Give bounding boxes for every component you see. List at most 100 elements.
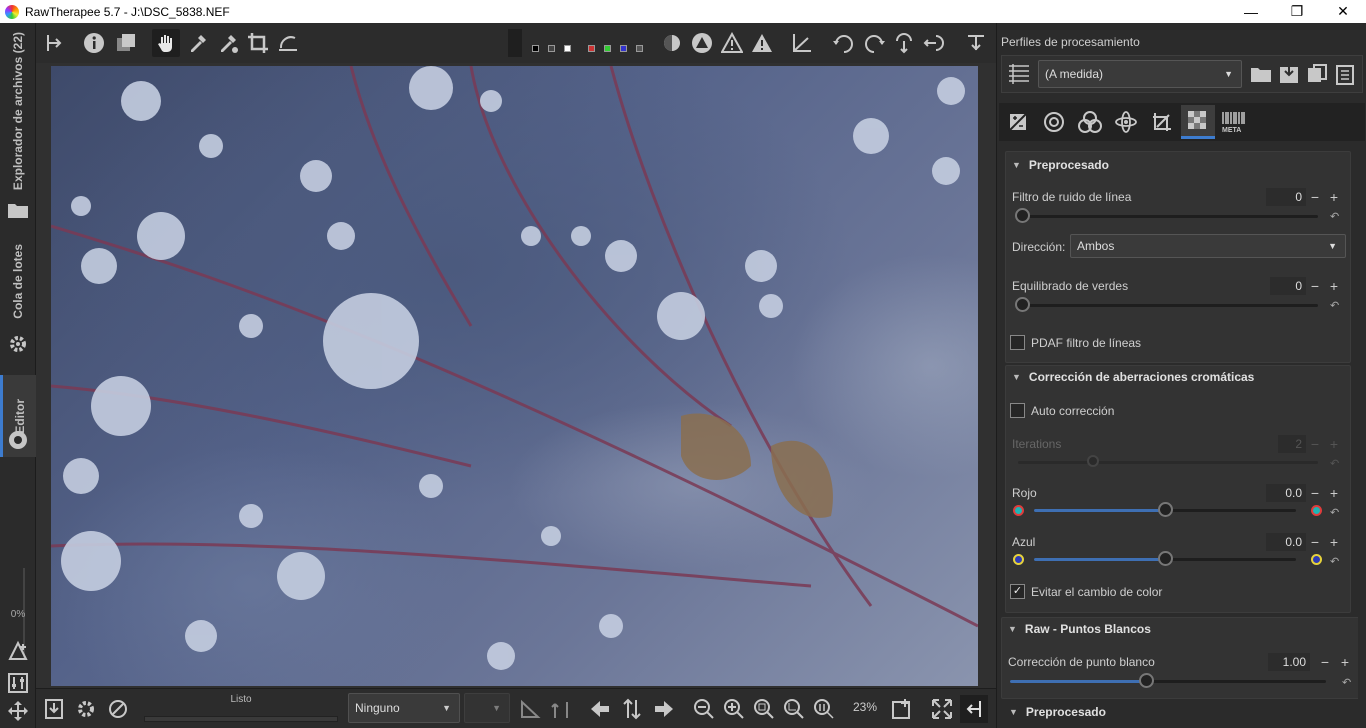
blue-reset-icon[interactable]: ↶ — [1330, 555, 1339, 568]
green-eq-plus[interactable]: + — [1327, 277, 1341, 295]
blue-knob[interactable] — [1158, 551, 1173, 566]
rotate-right-icon[interactable] — [860, 29, 888, 57]
blue-plus[interactable]: + — [1327, 533, 1341, 551]
ca-header[interactable]: ▼ Corrección de aberraciones cromáticas — [1012, 366, 1342, 388]
tab-advanced-icon[interactable] — [1109, 105, 1143, 139]
queue-add-icon[interactable] — [72, 695, 100, 723]
channel-blue-swatch[interactable] — [620, 45, 627, 52]
red-plus[interactable]: + — [1327, 484, 1341, 502]
green-eq-knob[interactable] — [1015, 297, 1030, 312]
line-noise-plus[interactable]: + — [1327, 188, 1341, 206]
info-icon[interactable] — [80, 29, 108, 57]
before-after-icon[interactable] — [112, 29, 140, 57]
crop-icon[interactable] — [244, 29, 272, 57]
previous-image-icon[interactable] — [586, 695, 614, 723]
rotate-left-icon[interactable] — [830, 29, 858, 57]
profile-list-icon[interactable] — [1006, 61, 1032, 87]
line-noise-reset-icon[interactable]: ↶ — [1330, 210, 1339, 223]
preset-combo[interactable]: Ninguno ▼ — [348, 693, 460, 723]
blue-minus[interactable]: − — [1308, 533, 1322, 551]
red-knob[interactable] — [1158, 502, 1173, 517]
pdaf-checkbox[interactable] — [1010, 335, 1025, 350]
minimize-button[interactable]: — — [1228, 0, 1274, 23]
line-noise-value[interactable]: 0 — [1266, 188, 1306, 206]
line-noise-knob[interactable] — [1015, 208, 1030, 223]
red-minus[interactable]: − — [1308, 484, 1322, 502]
hide-right-panel-icon[interactable] — [960, 695, 988, 723]
tab-queue[interactable]: Cola de lotes — [0, 241, 36, 321]
white-point-minus[interactable]: − — [1318, 653, 1332, 671]
load-profile-icon[interactable] — [1248, 61, 1274, 87]
tab-color-icon[interactable] — [1073, 105, 1107, 139]
avoid-color-shift-checkbox[interactable]: ✓ — [1010, 584, 1025, 599]
gears-icon[interactable] — [6, 332, 30, 356]
photo-preview[interactable] — [51, 66, 978, 686]
channel-green-swatch[interactable] — [604, 45, 611, 52]
tab-metadata-icon[interactable]: META — [1217, 105, 1251, 139]
close-button[interactable]: ✕ — [1320, 0, 1366, 23]
channel-red-swatch[interactable] — [588, 45, 595, 52]
blue-value[interactable]: 0.0 — [1266, 533, 1306, 551]
tab-detail-icon[interactable] — [1037, 105, 1071, 139]
save-profile-icon[interactable] — [1276, 61, 1302, 87]
next-image-icon[interactable] — [650, 695, 678, 723]
direction-dropdown[interactable]: Ambos ▼ — [1070, 234, 1346, 258]
hand-tool-icon[interactable] — [152, 29, 180, 57]
green-eq-slider[interactable] — [1018, 304, 1318, 307]
line-noise-minus[interactable]: − — [1308, 188, 1322, 206]
new-detail-window-icon[interactable] — [888, 695, 916, 723]
zoom-out-icon[interactable] — [690, 695, 718, 723]
line-noise-slider[interactable] — [1018, 215, 1318, 218]
white-point-value[interactable]: 1.00 — [1268, 653, 1310, 671]
tab-exposure-icon[interactable] — [1001, 105, 1035, 139]
green-eq-minus[interactable]: − — [1308, 277, 1322, 295]
restore-button[interactable]: ❐ — [1274, 0, 1320, 23]
new-editor-icon[interactable] — [6, 639, 30, 663]
auto-correction-checkbox[interactable] — [1010, 403, 1025, 418]
bg-white-swatch[interactable] — [564, 45, 571, 52]
white-point-knob[interactable] — [1138, 673, 1154, 688]
tab-transform-icon[interactable] — [1145, 105, 1179, 139]
warning-highlight-icon[interactable] — [718, 29, 746, 57]
bg-black-swatch[interactable] — [532, 45, 539, 52]
zoom-fit-crop-icon[interactable] — [780, 695, 808, 723]
fullscreen-icon[interactable] — [928, 695, 956, 723]
sync-icon[interactable] — [548, 695, 576, 723]
green-eq-value[interactable]: 0 — [1270, 277, 1306, 295]
flip-vertical-icon[interactable] — [890, 29, 918, 57]
copy-profile-icon[interactable] — [1304, 61, 1330, 87]
folder-icon[interactable] — [6, 198, 30, 222]
red-reset-icon[interactable]: ↶ — [1330, 506, 1339, 519]
white-point-slider[interactable] — [1010, 680, 1326, 683]
bg-gray-swatch[interactable] — [548, 45, 555, 52]
white-point-plus[interactable]: + — [1338, 653, 1352, 671]
white-balance-picker-icon[interactable] — [184, 29, 212, 57]
focus-mask-icon[interactable] — [658, 29, 686, 57]
zoom-in-icon[interactable] — [720, 695, 748, 723]
external-editor-icon[interactable] — [104, 695, 132, 723]
edit-history-icon[interactable] — [516, 695, 544, 723]
sliders-icon[interactable] — [6, 671, 30, 695]
save-icon[interactable] — [40, 695, 68, 723]
white-point-reset-icon[interactable]: ↶ — [1342, 676, 1351, 689]
tool-panel-scrollbar[interactable] — [1358, 143, 1362, 723]
sync-up-down-icon[interactable] — [618, 695, 646, 723]
background-color-toggle[interactable] — [508, 29, 522, 57]
hide-top-panel-icon[interactable] — [962, 29, 990, 57]
preprocess-header[interactable]: ▼ Preprocesado — [1012, 154, 1342, 176]
profile-combo[interactable]: (A medida) ▼ — [1038, 60, 1242, 88]
red-value[interactable]: 0.0 — [1266, 484, 1306, 502]
zoom-fit-icon[interactable] — [750, 695, 778, 723]
aperture-icon[interactable] — [6, 428, 30, 452]
hide-left-panel-icon[interactable] — [40, 29, 68, 57]
channel-luminance-swatch[interactable] — [636, 45, 643, 52]
preprocess2-header[interactable]: ▼ Preprocesado — [1009, 701, 1339, 723]
color-picker-icon[interactable] — [214, 29, 242, 57]
shadow-clip-icon[interactable] — [688, 29, 716, 57]
perspective-icon[interactable] — [788, 29, 816, 57]
straighten-icon[interactable] — [274, 29, 302, 57]
warning-shadow-icon[interactable] — [748, 29, 776, 57]
zoom-100-icon[interactable] — [810, 695, 838, 723]
tab-raw-icon[interactable] — [1181, 105, 1215, 139]
paste-profile-icon[interactable] — [1332, 61, 1358, 87]
